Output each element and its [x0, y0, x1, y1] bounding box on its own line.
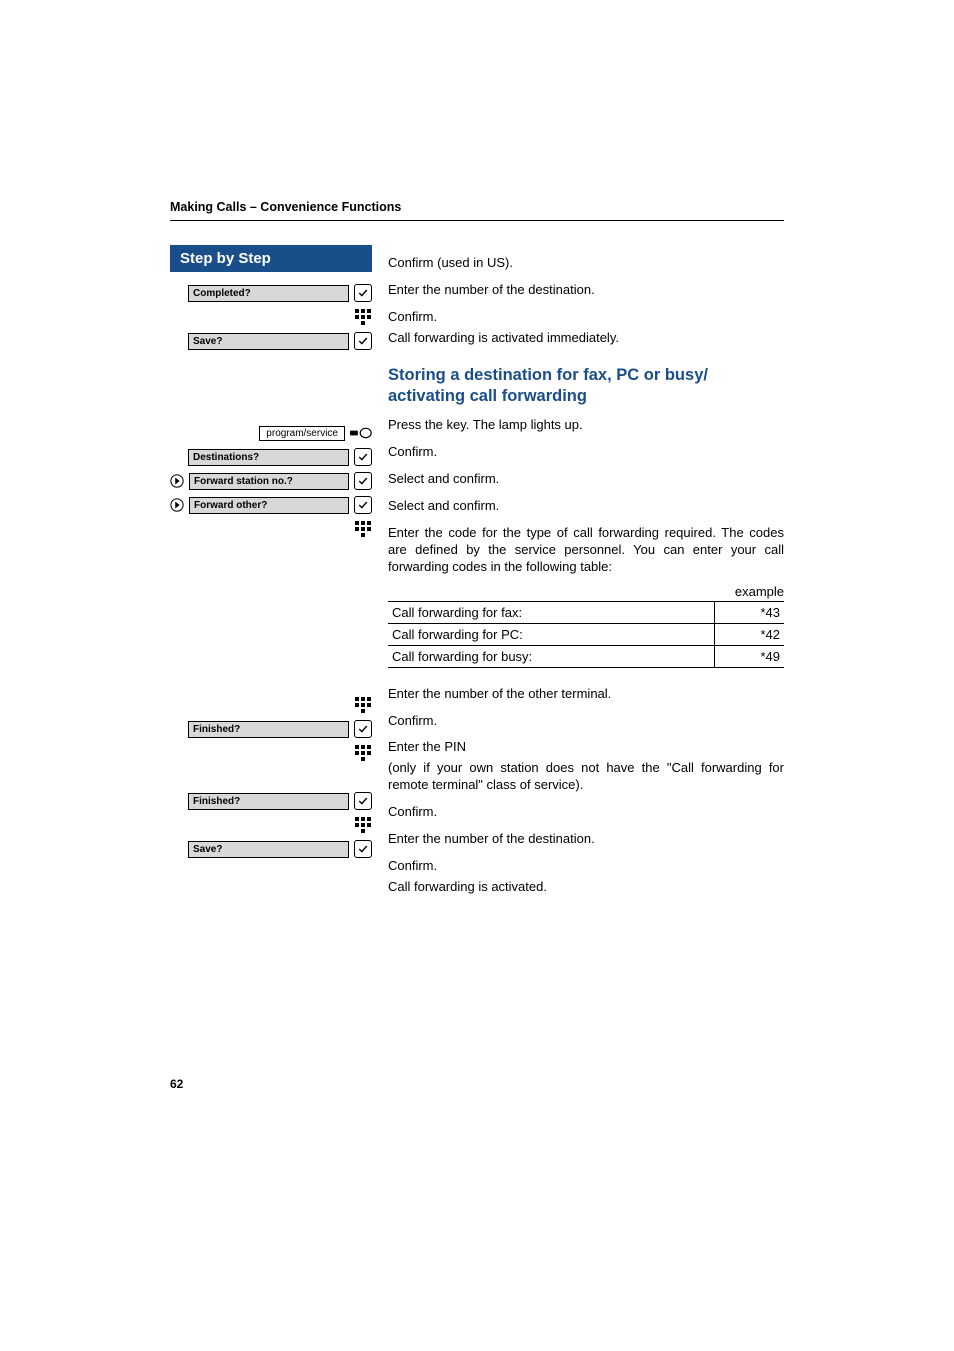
check-icon: [354, 792, 372, 810]
keypad-icon: [354, 308, 372, 326]
table-cell-label: Call forwarding for PC:: [388, 623, 714, 645]
pill-finished: Finished?: [188, 721, 349, 738]
header-rule: [170, 220, 784, 221]
keypad-icon: [354, 696, 372, 714]
pill-save: Save?: [188, 333, 349, 350]
check-icon: [354, 720, 372, 738]
pill-save: Save?: [188, 841, 349, 858]
text-confirm: Confirm.: [388, 858, 784, 875]
text-enter-dest: Enter the number of the destination.: [388, 282, 784, 299]
section-title: Storing a destination for fax, PC or bus…: [388, 365, 784, 408]
text-select-confirm: Select and confirm.: [388, 471, 784, 488]
text-enter-dest: Enter the number of the destination.: [388, 831, 784, 848]
pill-destinations: Destinations?: [188, 449, 349, 466]
text-enter-pin-note: (only if your own station does not have …: [388, 760, 784, 794]
keypad-icon: [354, 744, 372, 762]
table-cell-code: *42: [714, 623, 784, 645]
keypad-icon: [354, 816, 372, 834]
example-label: example: [388, 584, 784, 599]
text-confirm: Confirm.: [388, 804, 784, 821]
forwarding-codes-table: Call forwarding for fax: *43 Call forwar…: [388, 601, 784, 668]
step-header: Step by Step: [170, 245, 372, 272]
check-icon: [354, 496, 372, 514]
table-row: Call forwarding for PC: *42: [388, 623, 784, 645]
table-cell-code: *49: [714, 645, 784, 667]
text-confirm: Confirm.: [388, 713, 784, 730]
table-row: Call forwarding for fax: *43: [388, 601, 784, 623]
keypad-icon: [354, 520, 372, 538]
pill-program-service: program/service: [259, 426, 345, 441]
check-icon: [354, 332, 372, 350]
check-icon: [354, 448, 372, 466]
text-enter-pin: Enter the PIN: [388, 739, 784, 756]
pill-finished: Finished?: [188, 793, 349, 810]
step-column: Step by Step Completed? Save?: [170, 245, 372, 900]
text-enter-code: Enter the code for the type of call forw…: [388, 525, 784, 576]
arrow-right-icon: [170, 474, 184, 488]
check-icon: [354, 284, 372, 302]
content-column: Confirm (used in US). Enter the number o…: [388, 245, 784, 900]
text-press-key: Press the key. The lamp lights up.: [388, 417, 784, 434]
pill-forward-station: Forward station no.?: [189, 473, 349, 490]
pill-forward-other: Forward other?: [189, 497, 349, 514]
running-head: Making Calls – Convenience Functions: [170, 200, 784, 214]
arrow-right-icon: [170, 498, 184, 512]
text-enter-other: Enter the number of the other terminal.: [388, 686, 784, 703]
table-cell-label: Call forwarding for busy:: [388, 645, 714, 667]
page-number: 62: [170, 1077, 183, 1091]
text-fwd-activated: Call forwarding is activated.: [388, 879, 784, 896]
text-confirm-us: Confirm (used in US).: [388, 255, 784, 272]
text-confirm: Confirm.: [388, 444, 784, 461]
table-cell-label: Call forwarding for fax:: [388, 601, 714, 623]
text-select-confirm: Select and confirm.: [388, 498, 784, 515]
table-row: Call forwarding for busy: *49: [388, 645, 784, 667]
check-icon: [354, 840, 372, 858]
lamp-icon: [350, 426, 372, 440]
text-confirm: Confirm.: [388, 309, 784, 326]
pill-completed: Completed?: [188, 285, 349, 302]
text-fwd-activated-imm: Call forwarding is activated immediately…: [388, 330, 784, 347]
table-cell-code: *43: [714, 601, 784, 623]
check-icon: [354, 472, 372, 490]
